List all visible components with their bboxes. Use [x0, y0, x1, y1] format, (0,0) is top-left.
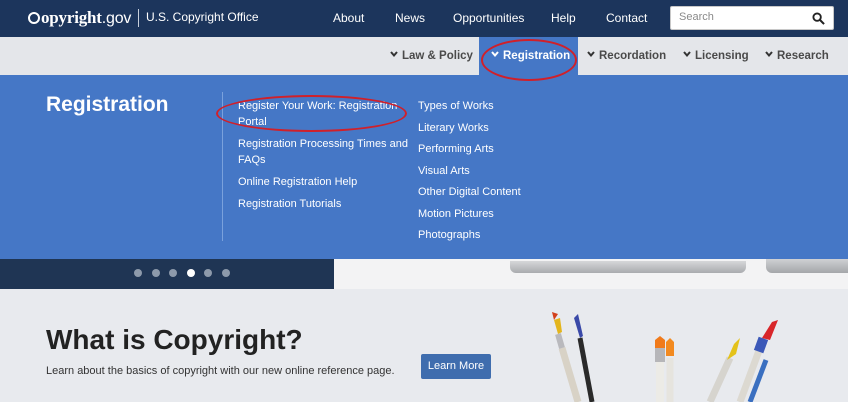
- search-input[interactable]: [679, 11, 799, 23]
- secnav-label: Licensing: [695, 50, 749, 62]
- top-bar: opyright.gov U.S. Copyright Office About…: [0, 0, 848, 37]
- hero-title: What is Copyright?: [46, 324, 303, 355]
- carousel-dot[interactable]: [169, 269, 177, 277]
- chevron-down-icon: [765, 51, 773, 58]
- secondary-nav: Law & Policy Recordation Licensing Resea…: [0, 37, 848, 75]
- annotation-ellipse: [481, 39, 577, 81]
- secnav-recordation[interactable]: Recordation: [587, 50, 666, 62]
- copyright-circle-icon: [28, 12, 40, 24]
- carousel-dot[interactable]: [151, 269, 160, 277]
- carousel-dot[interactable]: [134, 269, 142, 277]
- link-processing-times-faqs[interactable]: Registration Processing Times and FAQs: [238, 136, 408, 168]
- carousel-dot[interactable]: [221, 269, 230, 277]
- paintbrush-icon: [736, 320, 778, 402]
- nav-help[interactable]: Help: [551, 11, 576, 25]
- paintbrush-icon: [666, 338, 674, 402]
- search-icon[interactable]: [812, 12, 825, 25]
- chevron-down-icon: [587, 51, 595, 58]
- laptop-image: [510, 261, 746, 273]
- secnav-law-policy[interactable]: Law & Policy: [390, 50, 473, 62]
- link-other-digital-content[interactable]: Other Digital Content: [418, 184, 568, 200]
- link-types-of-works[interactable]: Types of Works: [418, 98, 568, 114]
- link-motion-pictures[interactable]: Motion Pictures: [418, 206, 568, 222]
- secnav-label: Research: [777, 50, 829, 62]
- hero-subtitle: Learn about the basics of copyright with…: [46, 365, 395, 377]
- nav-about[interactable]: About: [333, 11, 364, 25]
- mega-menu-column-2: Types of Works Literary Works Performing…: [418, 98, 568, 249]
- link-literary-works[interactable]: Literary Works: [418, 120, 568, 136]
- carousel-dot[interactable]: [186, 269, 195, 277]
- carousel-dot[interactable]: [204, 269, 212, 277]
- secnav-research[interactable]: Research: [765, 50, 829, 62]
- chevron-down-icon: [683, 51, 691, 58]
- link-visual-arts[interactable]: Visual Arts: [418, 163, 568, 179]
- link-online-registration-help[interactable]: Online Registration Help: [238, 174, 408, 190]
- office-name: U.S. Copyright Office: [146, 10, 259, 24]
- paintbrush-icon: [552, 312, 582, 402]
- link-photographs[interactable]: Photographs: [418, 227, 568, 243]
- logo-suffix: .gov: [101, 10, 132, 27]
- paintbrushes-image: [552, 312, 778, 402]
- annotation-ellipse: [216, 95, 407, 132]
- nav-news[interactable]: News: [395, 11, 425, 25]
- search-box: [670, 6, 834, 30]
- hero-image: [334, 259, 848, 289]
- paintbrush-icon: [655, 336, 665, 402]
- secnav-label: Law & Policy: [402, 50, 473, 62]
- link-registration-tutorials[interactable]: Registration Tutorials: [238, 196, 408, 212]
- chevron-down-icon: [390, 51, 398, 58]
- carousel-dots: [134, 264, 239, 282]
- logo-text: opyright: [41, 8, 102, 27]
- secnav-label: Recordation: [599, 50, 667, 62]
- paintbrush-icon: [706, 338, 740, 402]
- secnav-licensing[interactable]: Licensing: [683, 50, 749, 62]
- nav-opportunities[interactable]: Opportunities: [453, 11, 524, 25]
- copyright-logo[interactable]: opyright.gov: [28, 8, 131, 28]
- registration-mega-menu: Registration Register Your Work: Registr…: [0, 75, 848, 259]
- link-performing-arts[interactable]: Performing Arts: [418, 141, 568, 157]
- logo-divider: [138, 9, 139, 27]
- mega-menu-title: Registration: [46, 93, 169, 116]
- laptop-image: [766, 259, 848, 273]
- nav-contact[interactable]: Contact: [606, 11, 647, 25]
- learn-more-button[interactable]: Learn More: [421, 354, 491, 379]
